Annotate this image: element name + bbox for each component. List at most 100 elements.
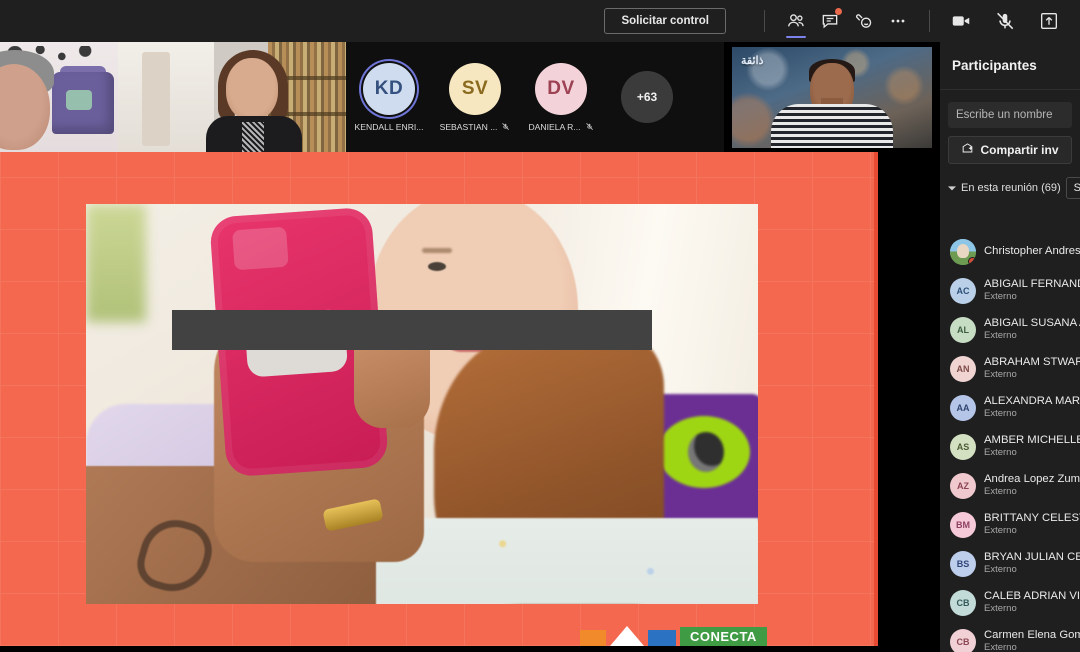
list-item[interactable]: CB CALEB ADRIAN VILLA Externo [940,583,1080,622]
list-item[interactable]: AL ABIGAIL SUSANA ALF Externo [940,310,1080,349]
participant-meta: CALEB ADRIAN VILLA Externo [984,589,1080,615]
request-control-button[interactable]: Solicitar control [604,8,726,34]
screenshare-occlusion-top [172,310,652,350]
participant-role: Externo [984,408,1017,420]
participant-role: Externo [984,330,1017,342]
microphone-muted-icon[interactable] [988,4,1022,38]
avatar: BS [950,550,976,577]
toolbar-divider-2 [929,10,930,32]
name-text: DANIELA R... [528,121,581,132]
participants-panel: Participantes Compartir inv En esta reun… [940,42,1080,652]
participant-role: Externo [984,447,1017,459]
list-item[interactable]: AA ALEXANDRA MARIA I Externo [940,388,1080,427]
video-thumbnail-strip: KD KENDALL ENRI... SV SEBASTIAN ... DV D… [0,42,940,152]
in-meeting-label: En esta reunión (69) [961,182,1061,194]
participant-name: AMBER MICHELLE PI [984,434,1080,447]
avatar: AZ [950,472,976,499]
page-title: Participantes [952,58,1037,73]
participant-name: BRYAN JULIAN CECIL [984,551,1080,564]
search-input-wrapper[interactable] [948,102,1072,128]
participant-name: Andrea Lopez Zumba [984,473,1080,486]
live-status-dot [968,256,976,265]
name-text: KENDALL ENRI... [354,121,424,132]
participant-role: Externo [984,603,1017,615]
avatar: AS [950,433,976,460]
participant-video-1[interactable] [0,42,118,152]
list-item[interactable]: AN ABRAHAM STWART C Externo [940,349,1080,388]
participant-avatar-tile-kendall[interactable]: KD KENDALL ENRI... [346,42,432,152]
avatar: KD [363,62,415,115]
participant-meta: ABRAHAM STWART C Externo [984,355,1080,381]
toolbar-divider-1 [764,10,765,32]
avatar [950,238,976,265]
participant-name: BRITTANY CELESTE TO [984,512,1080,525]
search-input[interactable] [956,109,1064,121]
participant-video-3[interactable]: ذائقة [724,42,940,152]
conecta-brand-label: CONECTA [680,627,767,646]
share-invite-icon [961,142,974,158]
participant-meta: Christopher Andres C [984,244,1080,258]
chat-notification-badge [835,8,842,15]
avatar: AC [950,277,976,304]
microphone-muted-icon [585,122,594,131]
participant-name: CALEB ADRIAN VILLA [984,590,1080,603]
chat-icon[interactable] [813,4,847,38]
overflow-count: +63 [621,71,673,123]
participant-video-2[interactable] [118,42,346,152]
in-meeting-section-header[interactable]: En esta reunión (69) Si [940,177,1080,199]
list-item[interactable]: BM BRITTANY CELESTE TO Externo [940,505,1080,544]
list-item[interactable]: AS AMBER MICHELLE PI Externo [940,427,1080,466]
participant-meta: BRITTANY CELESTE TO Externo [984,511,1080,537]
teams-meeting-window: Solicitar control KD KENDALL ENRI... SV … [0,0,1080,652]
list-item[interactable]: BS BRYAN JULIAN CECIL Externo [940,544,1080,583]
participant-meta: AMBER MICHELLE PI Externo [984,433,1080,459]
participant-name-label: DANIELA R... [528,122,593,132]
mute-all-button[interactable]: Si [1065,177,1080,199]
camera-icon[interactable] [944,4,978,38]
participant-name: ALEXANDRA MARIA I [984,395,1080,408]
list-item[interactable]: Christopher Andres C [940,232,1080,271]
participant-meta: ALEXANDRA MARIA I Externo [984,394,1080,420]
slide-photo [86,204,758,604]
reactions-icon[interactable] [847,4,881,38]
participant-meta: Andrea Lopez Zumba Externo [984,472,1080,498]
avatar: CB [950,589,976,616]
participant-role: Externo [984,525,1017,537]
slide-footer-logos: CONECTA [580,624,767,646]
participant-role: Externo [984,486,1017,498]
participant-name: Christopher Andres C [984,245,1080,258]
participant-meta: ABIGAIL FERNANDEZ Externo [984,277,1080,303]
avatar: BM [950,511,976,538]
participant-role: Externo [984,291,1017,303]
participant-role: Externo [984,564,1017,576]
list-item[interactable]: AZ Andrea Lopez Zumba Externo [940,466,1080,505]
avatar: AN [950,355,976,382]
participant-name-label: KENDALL ENRI... [355,122,424,132]
participant-name-label: SEBASTIAN ... [440,122,511,132]
participant-avatar-tile-sebastian[interactable]: SV SEBASTIAN ... [432,42,518,152]
shared-content-stage[interactable]: CONECTA [0,152,940,652]
participant-role: Externo [984,642,1017,652]
strip-spacer [690,42,724,152]
avatar: CB [950,628,976,652]
presentation-slide: CONECTA [0,152,878,646]
list-item[interactable]: CB Carmen Elena Gomez Externo [940,622,1080,652]
overflow-participants-tile[interactable]: +63 [604,42,690,152]
participant-meta: Carmen Elena Gomez Externo [984,628,1080,652]
participant-name: ABRAHAM STWART C [984,356,1080,369]
participant-avatar-tile-daniela[interactable]: DV DANIELA R... [518,42,604,152]
avatar: SV [449,62,501,115]
participant-meta: ABIGAIL SUSANA ALF Externo [984,316,1080,342]
participant-name: ABIGAIL SUSANA ALF [984,317,1080,330]
people-icon[interactable] [779,4,813,38]
participants-list[interactable]: Christopher Andres C AC ABIGAIL FERNANDE… [940,232,1080,652]
avatar: AA [950,394,976,421]
more-options-icon[interactable] [881,4,915,38]
list-item[interactable]: AC ABIGAIL FERNANDEZ Externo [940,271,1080,310]
name-text: SEBASTIAN ... [439,121,498,132]
participant-role: Externo [984,369,1017,381]
participant-name: Carmen Elena Gomez [984,629,1080,642]
share-invite-button[interactable]: Compartir inv [948,136,1072,164]
share-screen-icon[interactable] [1032,4,1066,38]
share-invite-label: Compartir inv [980,143,1059,157]
